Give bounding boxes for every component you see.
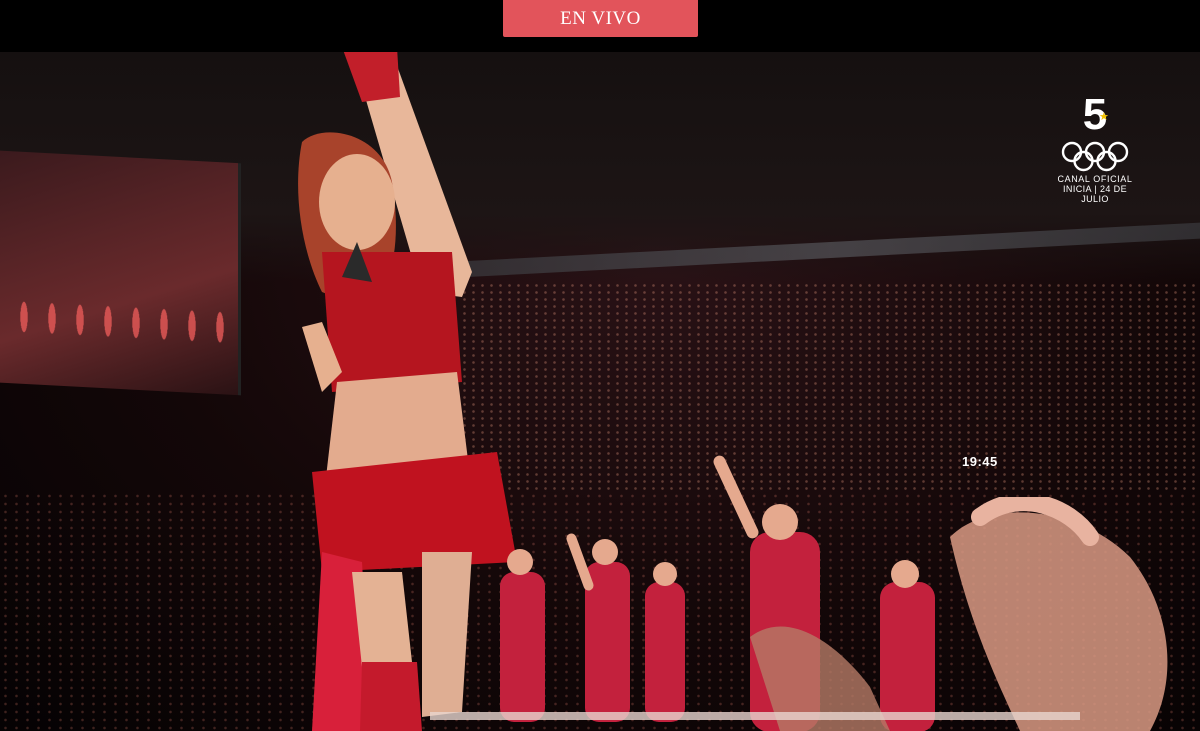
olympics-start-date: INICIA | 24 DE JULIO [1063,184,1127,204]
top-bar: EN VIVO [0,0,1200,52]
audience-hands [750,497,1168,731]
live-video-player[interactable]: 5 ★ CANAL OFICIAL INICIA | 24 DE JULIO 1… [0,52,1200,731]
stadium-video-screen [0,150,241,396]
screen-dancers [10,271,230,373]
channel-logo: 5 ★ CANAL OFICIAL INICIA | 24 DE JULIO [1050,92,1140,212]
star-icon: ★ [1099,111,1109,123]
olympic-rings-icon [1061,141,1129,172]
stage-edge [430,712,1080,720]
live-badge[interactable]: EN VIVO [503,0,698,37]
channel-tagline: CANAL OFICIAL [1057,174,1133,184]
broadcast-clock: 19:45 [962,454,998,469]
